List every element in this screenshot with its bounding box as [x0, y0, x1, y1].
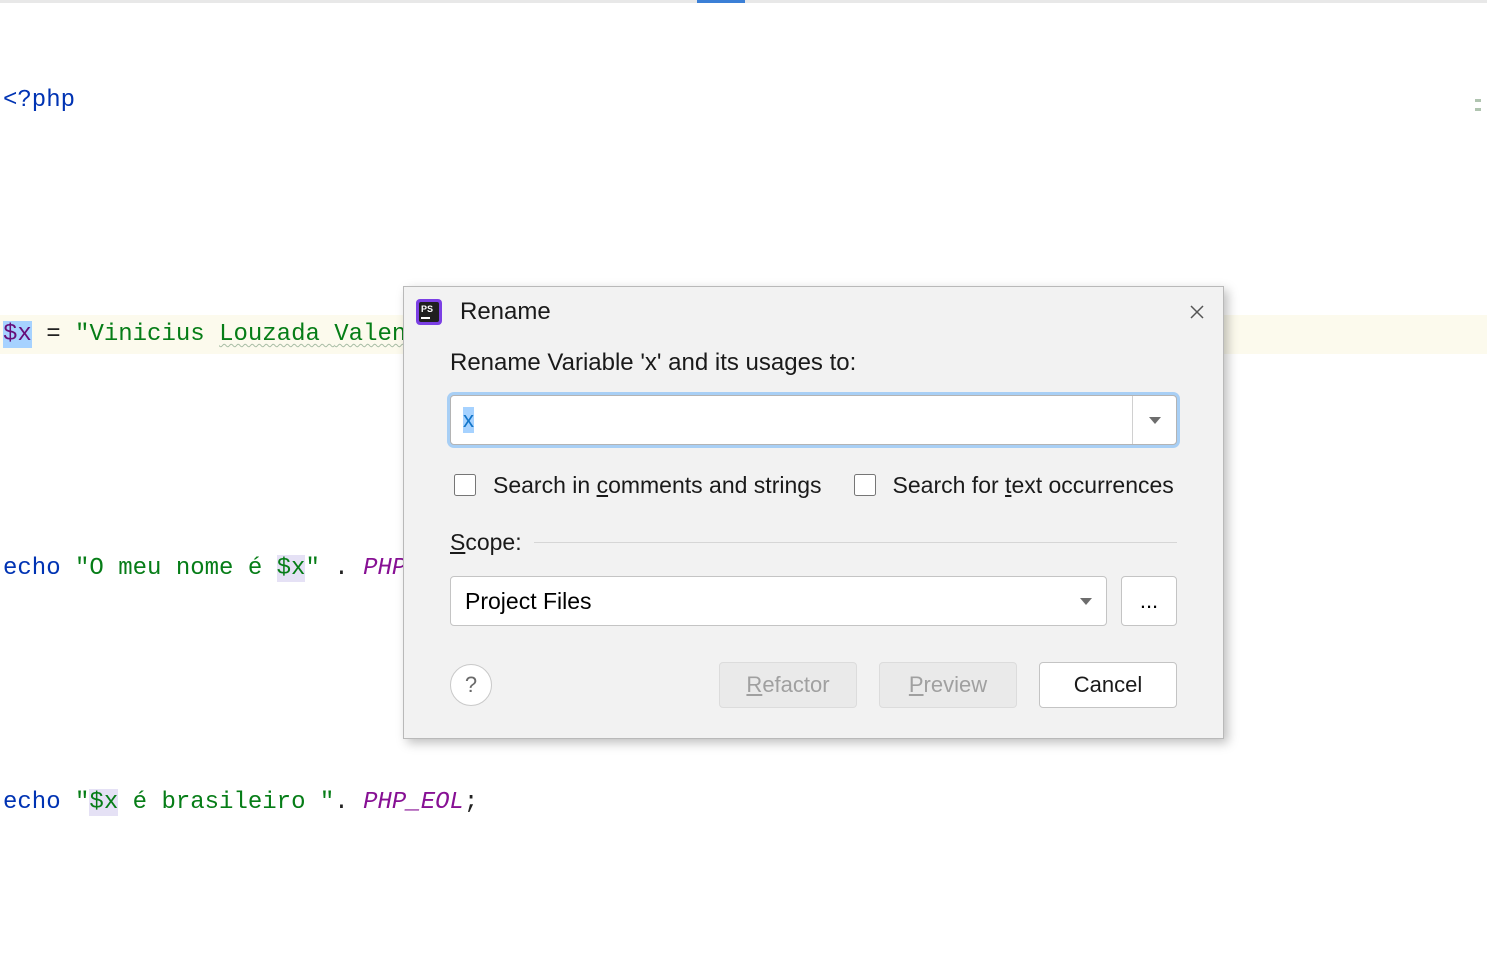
phpstorm-icon: PS: [416, 299, 442, 325]
variable-x-usage: $x: [277, 555, 306, 582]
rename-input[interactable]: [451, 396, 1132, 444]
chevron-down-icon: [1080, 598, 1092, 605]
rename-prompt: Rename Variable 'x' and its usages to:: [450, 349, 1177, 377]
scope-label: Scope:: [450, 529, 522, 556]
scope-value: Project Files: [465, 588, 1080, 615]
code-line: [0, 198, 1487, 237]
search-comments-checkbox[interactable]: Search in comments and strings: [450, 471, 822, 499]
php-eol-const: PHP_EOL: [363, 789, 464, 816]
search-text-checkbox[interactable]: Search for text occurrences: [850, 471, 1174, 499]
code-line: echo "$x é brasileiro ". PHP_EOL;: [0, 783, 1487, 822]
code-line: <?php: [0, 81, 1487, 120]
help-button[interactable]: ?: [450, 664, 492, 706]
close-icon: [1190, 305, 1204, 319]
search-comments-box[interactable]: [454, 474, 476, 496]
rename-history-dropdown[interactable]: [1132, 396, 1176, 444]
preview-button[interactable]: Preview: [879, 662, 1017, 708]
rename-input-wrap: [450, 395, 1177, 445]
variable-x-usage: $x: [89, 789, 118, 816]
scroll-marker: [1475, 99, 1481, 102]
rename-dialog: PS Rename Rename Variable 'x' and its us…: [403, 286, 1224, 739]
code-line: [0, 900, 1487, 939]
variable-x: $x: [3, 321, 32, 348]
close-button[interactable]: [1181, 296, 1213, 328]
search-text-box[interactable]: [854, 474, 876, 496]
dialog-titlebar: PS Rename: [404, 287, 1223, 337]
scroll-marker: [1475, 108, 1481, 111]
svg-text:PS: PS: [421, 304, 433, 314]
scope-more-button[interactable]: ...: [1121, 576, 1177, 626]
scope-combobox[interactable]: Project Files: [450, 576, 1107, 626]
chevron-down-icon: [1149, 417, 1161, 424]
php-open-tag: <?php: [3, 87, 75, 114]
refactor-button[interactable]: Refactor: [719, 662, 857, 708]
divider: [534, 542, 1177, 543]
cancel-button[interactable]: Cancel: [1039, 662, 1177, 708]
dialog-title: Rename: [460, 298, 1181, 326]
